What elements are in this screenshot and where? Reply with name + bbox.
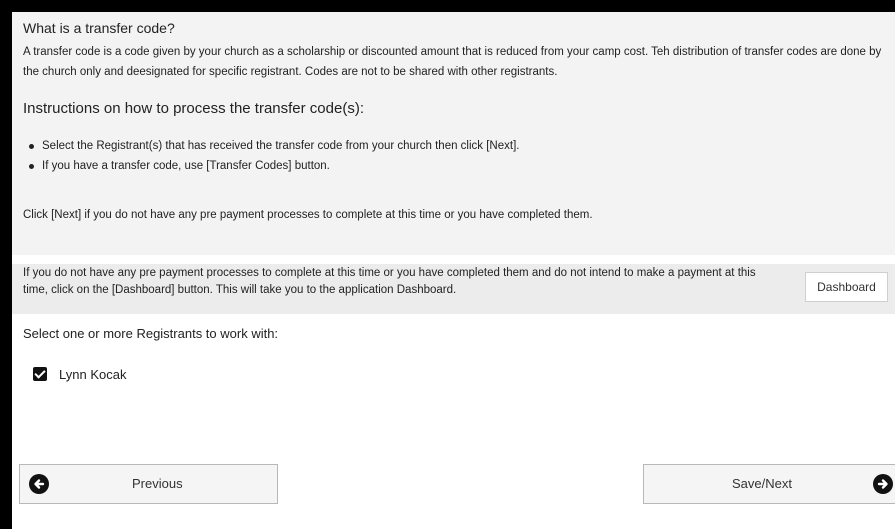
registrants-label: Select one or more Registrants to work w… [23,326,279,341]
save-next-button[interactable]: Save/Next [643,464,895,504]
instructions-list: Select the Registrant(s) that has receiv… [26,136,519,176]
dashboard-note: If you do not have any pre payment proce… [23,267,756,296]
registrant-name: Lynn Kocak [59,366,127,382]
transfer-code-title: What is a transfer code? [23,20,175,36]
previous-label: Previous [132,476,183,491]
registrant-checkbox-item[interactable]: Lynn Kocak [33,365,126,383]
instruction-item: Select the Registrant(s) that has receiv… [26,136,519,156]
dashboard-button[interactable]: Dashboard [805,272,888,302]
click-next-note: Click [Next] if you do not have any pre … [23,209,593,221]
divider [12,255,895,264]
arrow-right-circle-icon [873,474,893,494]
save-next-label: Save/Next [732,476,792,491]
instructions-title: Instructions on how to process the trans… [23,100,364,117]
transfer-code-description: A transfer code is a code given by your … [23,46,882,78]
previous-button[interactable]: Previous [19,464,278,504]
transfer-code-page: What is a transfer code? A transfer code… [12,12,895,529]
info-panel: What is a transfer code? A transfer code… [12,12,895,255]
arrow-left-circle-icon [29,474,49,494]
instruction-item: If you have a transfer code, use [Transf… [26,156,519,176]
checkbox-checked-icon[interactable] [33,367,47,381]
